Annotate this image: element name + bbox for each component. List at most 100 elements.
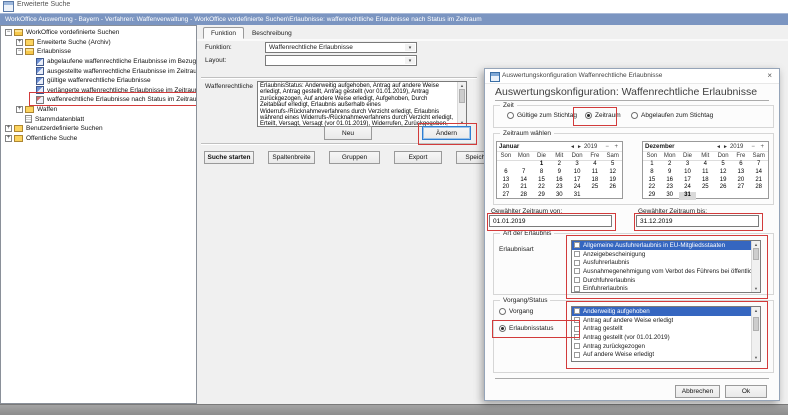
chevron-down-icon[interactable]: ▾ [405,57,415,64]
calendar-day[interactable]: 8 [643,169,661,177]
calendar-day[interactable]: 13 [732,169,750,177]
expand-icon[interactable]: + [16,106,23,113]
status-textbox[interactable]: ErlaubnisStatus: Anderweitig aufgehoben,… [257,81,467,127]
scrollbar-thumb[interactable] [753,317,759,331]
checkbox-icon[interactable] [574,260,580,266]
calendar-day[interactable]: 18 [696,177,714,185]
calendar-day[interactable]: 24 [679,184,697,192]
calendar-day[interactable]: 11 [586,169,604,177]
calendar-day[interactable]: 16 [661,177,679,185]
calendar-day[interactable]: 19 [714,177,732,185]
calendar-day[interactable]: 22 [533,184,551,192]
calendar-zoom-controls[interactable]: − + [605,144,620,150]
calendar-day[interactable]: 26 [604,184,622,192]
textbox-scrollbar[interactable]: ▲ ▼ [457,82,466,126]
tree-item-abgelaufene-waffenrechtliche-erlaubnisse[interactable]: abgelaufene waffenrechtliche Erlaubnisse… [1,57,196,67]
calendar-day[interactable]: 2 [550,161,568,169]
tree-item-erweiterte-suche-archiv[interactable]: +Erweiterte Suche (Archiv) [1,38,196,48]
scroll-up-icon[interactable]: ▲ [458,82,466,89]
status-listbox[interactable]: Anderweitig aufgehobenAntrag auf andere … [571,306,761,362]
calendar-day[interactable]: 15 [533,177,551,185]
calendar-day[interactable]: 23 [550,184,568,192]
calendar-day[interactable]: 3 [568,161,586,169]
checkbox-icon[interactable] [574,326,580,332]
zeitraum-bis-input[interactable] [636,215,759,227]
list-item-ausnahmegenehmigung-vom-verbot-des-führe[interactable]: Ausnahmegenehmigung vom Verbot des Führe… [572,267,751,276]
checkbox-icon[interactable] [574,277,580,283]
calendar-day[interactable]: 23 [661,184,679,192]
calendar-day[interactable]: 13 [497,177,515,185]
calendar-day[interactable]: 14 [515,177,533,185]
tree-item-waffen[interactable]: +Waffen [1,105,196,115]
calendar-day[interactable]: 4 [586,161,604,169]
calendar-zoom-controls[interactable]: − + [751,144,766,150]
calendar-next-icon[interactable]: ► [723,144,728,150]
tree-item-gültige-waffenrechtliche-erlaubnisse[interactable]: gültige waffenrechtliche Erlaubnisse [1,76,196,86]
calendar-day[interactable]: 12 [714,169,732,177]
scroll-up-icon[interactable]: ▲ [752,307,760,314]
calendar-day[interactable]: 2 [661,161,679,169]
calendar-day[interactable]: 1 [643,161,661,169]
suche-starten-button[interactable]: Suche starten [204,151,254,164]
calendar-januar[interactable]: Januar◄►2019− +SonMonDieMitDonFreSam1234… [496,141,623,199]
list-item-antrag-zurückgezogen[interactable]: Antrag zurückgezogen [572,342,751,351]
calendar-day[interactable]: 7 [515,169,533,177]
expand-icon[interactable]: + [5,135,12,142]
radio-vorgang[interactable]: Vorgang [499,308,533,315]
expand-icon[interactable]: + [5,125,12,132]
list-item-anzeigebescheinigung[interactable]: Anzeigebescheinigung [572,250,751,259]
checkbox-icon[interactable] [574,343,580,349]
calendar-next-icon[interactable]: ► [577,144,582,150]
calendar-day[interactable]: 30 [661,192,679,200]
list-item-anderweitig-aufgehoben[interactable]: Anderweitig aufgehoben [572,307,751,316]
calendar-day[interactable]: 25 [586,184,604,192]
list-item-einfuhrerlaubnis[interactable]: Einfuhrerlaubnis [572,284,751,292]
scrollbar-thumb[interactable] [753,248,759,260]
calendar-day[interactable]: 17 [679,177,697,185]
erlaubnisart-scrollbar[interactable]: ▲ ▼ [751,241,760,292]
scroll-down-icon[interactable]: ▼ [752,285,760,292]
calendar-day[interactable]: 11 [696,169,714,177]
calendar-day[interactable]: 7 [750,161,768,169]
status-scrollbar[interactable]: ▲ ▼ [751,307,760,361]
calendar-day[interactable]: 21 [515,184,533,192]
calendar-day[interactable]: 1 [533,161,551,169]
funktion-select[interactable]: Waffenrechtliche Erlaubnisse ▾ [265,42,417,53]
calendar-day[interactable]: 6 [497,169,515,177]
checkbox-icon[interactable] [574,308,580,314]
calendar-day[interactable]: 9 [550,169,568,177]
calendar-day[interactable]: 12 [604,169,622,177]
tree-item-öffentliche-suche[interactable]: +Öffentliche Suche [1,134,196,144]
calendar-day[interactable]: 20 [497,184,515,192]
expand-icon[interactable]: + [16,39,23,46]
calendar-day[interactable]: 30 [550,192,568,200]
close-icon[interactable]: × [767,71,772,80]
tree-item-verlängerte-waffenrechtliche-erlaubnisse[interactable]: verlängerte waffenrechtliche Erlaubnisse… [1,86,196,96]
calendar-day[interactable]: 16 [550,177,568,185]
chevron-down-icon[interactable]: ▾ [405,44,415,51]
calendar-day[interactable]: 18 [586,177,604,185]
spaltenbreite-button[interactable]: Spaltenbreite [268,151,315,164]
calendar-day[interactable]: 15 [643,177,661,185]
calendar-day[interactable]: 28 [515,192,533,200]
calendar-day[interactable]: 4 [696,161,714,169]
radio-zeitraum[interactable]: Zeitraum [585,112,621,119]
checkbox-icon[interactable] [574,242,580,248]
radio-gültige-zum-stichtag[interactable]: Gültige zum Stichtag [507,112,577,119]
calendar-day[interactable]: 25 [696,184,714,192]
calendar-day[interactable]: 9 [661,169,679,177]
calendar-day[interactable]: 20 [732,177,750,185]
calendar-dezember[interactable]: Dezember◄►2019− +SonMonDieMitDonFreSam12… [642,141,769,199]
tree-item-stammdatenblatt[interactable]: Stammdatenblatt [1,114,196,124]
erlaubnisart-listbox[interactable]: Allgemeine Ausfuhrerlaubnis in EU-Mitgli… [571,240,761,293]
tree-item-waffenrechtliche-erlaubnisse-nach-status[interactable]: waffenrechtliche Erlaubnisse nach Status… [1,95,196,105]
scrollbar-thumb[interactable] [459,89,465,103]
radio-erlaubnisstatus[interactable]: Erlaubnisstatus [499,325,553,332]
calendar-day[interactable]: 14 [750,169,768,177]
calendar-day[interactable]: 31 [568,192,586,200]
tree-item-workoffice-vordefinierte-suchen[interactable]: −WorkOffice vordefinierte Suchen [1,28,196,38]
tab-funktion[interactable]: Funktion [203,27,244,39]
list-item-durchfuhrerlaubnis[interactable]: Durchfuhrerlaubnis [572,276,751,285]
scroll-down-icon[interactable]: ▼ [752,354,760,361]
radio-abgelaufen-zum-stichtag[interactable]: Abgelaufen zum Stichtag [631,112,713,119]
